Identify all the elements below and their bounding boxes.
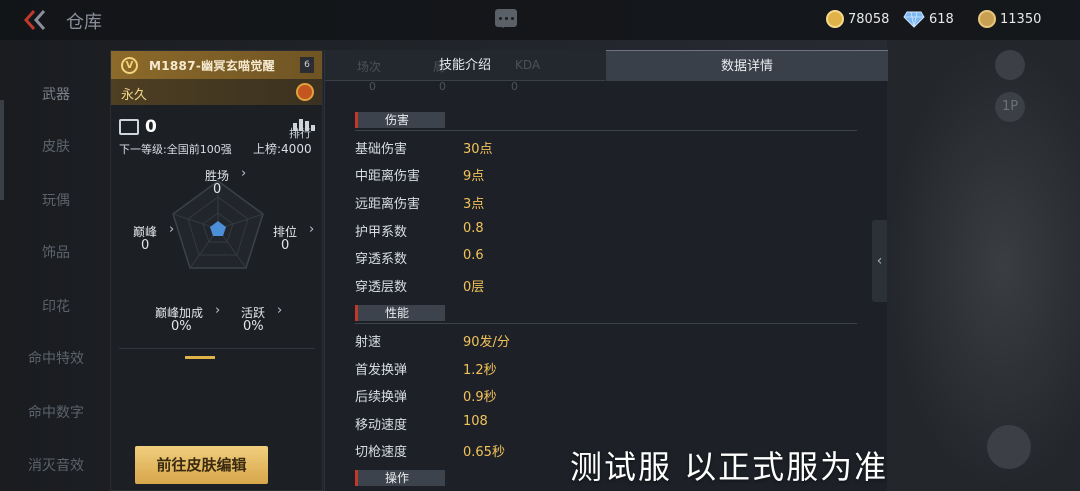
nav-item-sticker[interactable]: 印花 (0, 296, 112, 316)
chevron-right-icon[interactable]: › (277, 303, 282, 318)
stat-label: 穿透系数 (355, 252, 408, 267)
radar-value-peak-bonus: 0% (171, 319, 192, 334)
section-performance: 性能 (355, 305, 857, 325)
ghost-value-matches: 0 (369, 80, 376, 93)
ghost-value-kda: 0 (511, 80, 518, 93)
radar-value-peak: 0 (141, 238, 150, 253)
stat-value: 90发/分 (463, 335, 510, 350)
rotate-icon[interactable] (995, 50, 1025, 80)
nav-item-doll[interactable]: 玩偶 (0, 190, 112, 210)
level-badge: 6 (300, 57, 314, 73)
ghost-label-matches: 场次 (357, 60, 382, 74)
v-rank-icon: V (121, 57, 138, 74)
chevron-right-icon[interactable]: › (241, 166, 246, 181)
go-to-skin-edit-button[interactable]: 前往皮肤编辑 (135, 446, 268, 484)
card-header: V M1887-幽冥玄喵觉醒 6 (111, 51, 322, 79)
currency-gold: 78058 (826, 9, 889, 29)
data-panel: 场次 局 KDA 0 0 0 技能介绍 数据详情 伤害 基础伤害 30点 中距离伤… (324, 50, 888, 491)
nav-item-weapon[interactable]: 武器 (0, 84, 112, 104)
page-indicator (185, 356, 215, 359)
stat-value: 3点 (463, 197, 485, 212)
page-title: 仓库 (66, 12, 102, 33)
chevron-right-icon[interactable]: › (169, 222, 174, 237)
skin-name: M1887-幽冥玄喵觉醒 (149, 59, 275, 73)
radar-value-win: 0 (213, 182, 222, 197)
currency-token: 11350 (978, 9, 1041, 29)
chevron-right-icon[interactable]: › (215, 303, 220, 318)
nav-item-accessory[interactable]: 饰品 (0, 242, 112, 262)
currency-token-value: 11350 (1000, 11, 1042, 27)
double-chevron-left-icon[interactable] (22, 8, 52, 32)
stat-label: 远距离伤害 (355, 197, 421, 212)
skin-info-card: V M1887-幽冥玄喵觉醒 6 永久 0 排行 下一等级:全国前100强 上榜… (110, 50, 323, 491)
section-damage: 伤害 (355, 112, 857, 132)
kill-count-icon (119, 119, 139, 135)
diamond-icon (903, 11, 925, 28)
nav-item-kill-sound[interactable]: 消灭音效 (0, 455, 112, 475)
nav-item-skin[interactable]: 皮肤 (0, 136, 112, 156)
stat-label: 后续换弹 (355, 390, 408, 405)
stat-value: 0.8 (463, 221, 484, 236)
radar-value-rank: 0 (281, 238, 290, 253)
test-server-watermark: 测试服 以正式服为准 (570, 448, 889, 486)
chevron-left-icon[interactable]: ‹ (872, 220, 887, 302)
kill-stat: 0 (119, 117, 157, 137)
stat-label: 首发换弹 (355, 363, 408, 378)
screen: 仓库 78058 618 11350 武器 皮肤 玩偶 饰品 印花 命中特效 命… (0, 0, 1080, 491)
token-icon (978, 10, 996, 28)
duration-label: 永久 (121, 88, 148, 103)
tab-data-details[interactable]: 数据详情 (606, 50, 888, 81)
view-1p-button[interactable]: 1P (995, 92, 1025, 122)
stat-value: 0层 (463, 280, 485, 295)
radar-value-active: 0% (243, 319, 264, 334)
stat-value: 0.65秒 (463, 445, 505, 460)
weapon-preview-background: 1P (887, 40, 1080, 491)
nav-item-hit-effect[interactable]: 命中特效 (0, 348, 112, 368)
stat-label: 移动速度 (355, 418, 408, 433)
tab-underline (325, 80, 605, 81)
chat-bubble-icon[interactable] (495, 9, 517, 28)
side-nav: 武器 皮肤 玩偶 饰品 印花 命中特效 命中数字 消灭音效 (0, 40, 112, 491)
currency-gold-value: 78058 (848, 11, 890, 27)
leaderboard-label[interactable]: 排行 (289, 125, 311, 141)
kill-count: 0 (145, 117, 157, 137)
section-divider (355, 323, 857, 324)
stat-value: 9点 (463, 169, 485, 184)
tab-bar: 场次 局 KDA 0 0 0 技能介绍 数据详情 (325, 50, 888, 93)
stat-label: 中距离伤害 (355, 169, 421, 184)
action-button[interactable] (987, 425, 1031, 469)
next-level-text: 下一等级:全国前100强 (119, 143, 232, 156)
section-title: 伤害 (385, 113, 410, 127)
top-bar: 仓库 78058 618 11350 (0, 0, 1080, 40)
skin-badge-icon (296, 83, 314, 101)
card-duration-row: 永久 (111, 79, 322, 105)
stat-value: 0.6 (463, 248, 484, 263)
stat-value: 1.2秒 (463, 363, 497, 378)
stat-value: 108 (463, 414, 488, 429)
divider (119, 348, 315, 349)
tab-skill-intro[interactable]: 技能介绍 (405, 50, 525, 81)
top-threshold-text: 上榜:4000 (253, 142, 312, 156)
stat-label: 基础伤害 (355, 142, 408, 157)
gold-coin-icon (826, 10, 844, 28)
currency-diamond-value: 618 (929, 11, 954, 27)
stat-label: 护甲系数 (355, 225, 408, 240)
chevron-right-icon[interactable]: › (309, 222, 314, 237)
stat-value: 30点 (463, 142, 493, 157)
section-divider (355, 130, 857, 131)
stat-label: 切枪速度 (355, 445, 408, 460)
section-title: 操作 (385, 471, 410, 485)
stat-value: 0.9秒 (463, 390, 497, 405)
currency-diamond: 618 (903, 9, 954, 29)
section-title: 性能 (385, 306, 410, 320)
stat-label: 射速 (355, 335, 382, 350)
ghost-value-rounds: 0 (439, 80, 446, 93)
nav-item-hit-number[interactable]: 命中数字 (0, 402, 112, 422)
stat-label: 穿透层数 (355, 280, 408, 295)
